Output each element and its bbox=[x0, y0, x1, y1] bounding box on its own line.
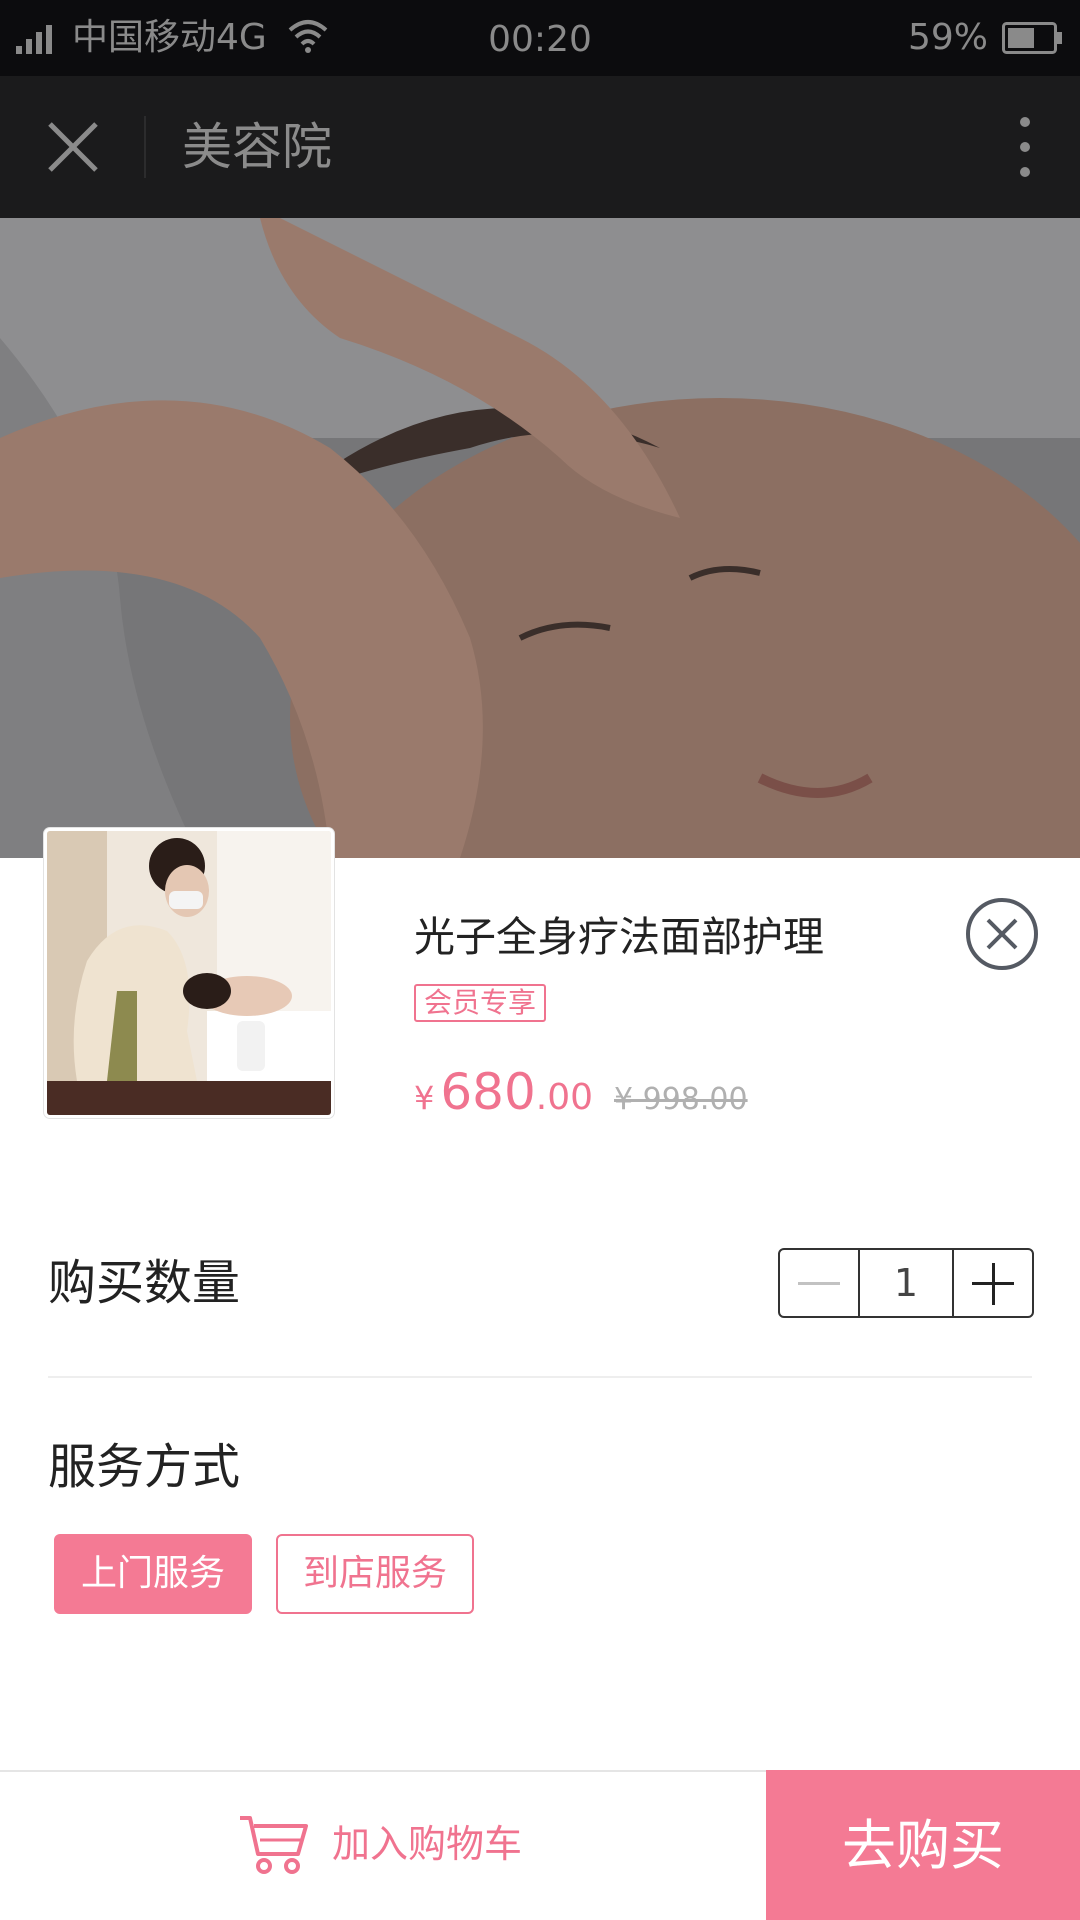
more-vertical-icon[interactable] bbox=[1010, 112, 1040, 182]
hero-image bbox=[0, 218, 1080, 858]
product-name: 光子全身疗法面部护理 bbox=[414, 913, 824, 961]
add-to-cart-button[interactable]: 加入购物车 bbox=[0, 1772, 766, 1920]
price-decimal: .00 bbox=[535, 1077, 594, 1118]
section-divider bbox=[48, 1376, 1032, 1378]
service-method-label: 服务方式 bbox=[48, 1439, 241, 1495]
buy-now-button[interactable]: 去购买 bbox=[766, 1770, 1080, 1920]
quantity-label: 购买数量 bbox=[48, 1255, 241, 1311]
quantity-value[interactable]: 1 bbox=[860, 1250, 954, 1316]
battery-percentage: 59% bbox=[907, 17, 988, 58]
price-integer: 680 bbox=[440, 1063, 536, 1121]
service-option-store[interactable]: 到店服务 bbox=[276, 1534, 474, 1614]
status-bar: 中国移动4G 00:20 59% bbox=[0, 0, 1080, 76]
product-thumbnail bbox=[44, 828, 334, 1118]
add-to-cart-label: 加入购物车 bbox=[332, 1822, 523, 1866]
bottom-action-bar: 加入购物车 去购买 bbox=[0, 1770, 1080, 1920]
price-currency: ¥ bbox=[414, 1079, 435, 1117]
increment-button[interactable] bbox=[954, 1250, 1032, 1316]
nav-bar: 美容院 bbox=[0, 76, 1080, 218]
battery-icon bbox=[1002, 22, 1062, 54]
close-icon[interactable] bbox=[40, 114, 106, 180]
service-option-home[interactable]: 上门服务 bbox=[54, 1534, 252, 1614]
close-circle-icon[interactable] bbox=[964, 896, 1040, 972]
original-price: ¥ 998.00 bbox=[614, 1082, 748, 1117]
price: ¥680.00 bbox=[414, 1056, 593, 1140]
page-title: 美容院 bbox=[182, 118, 332, 176]
member-badge: 会员专享 bbox=[414, 984, 547, 1022]
cart-icon bbox=[240, 1816, 308, 1874]
decrement-button[interactable] bbox=[780, 1250, 860, 1316]
quantity-stepper: 1 bbox=[778, 1248, 1034, 1318]
nav-divider bbox=[144, 116, 146, 178]
